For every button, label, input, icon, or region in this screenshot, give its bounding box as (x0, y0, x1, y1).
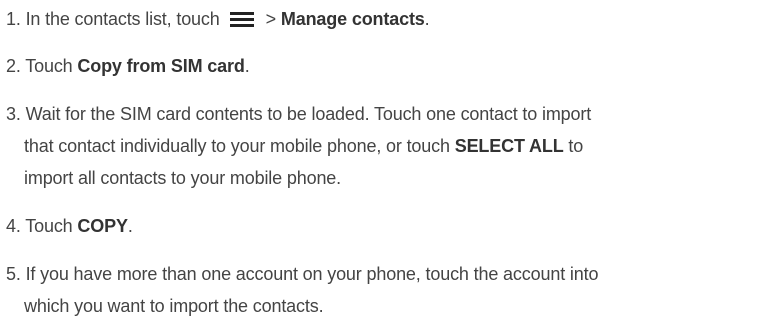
step-1: 1. In the contacts list, touch > Manage c… (6, 7, 430, 31)
step-number: 3. (6, 104, 21, 124)
copy-from-sim-label: Copy from SIM card (77, 56, 245, 76)
manage-contacts-label: Manage contacts (280, 9, 425, 29)
step-3-line-3: import all contacts to your mobile phone… (24, 166, 341, 190)
copy-label: COPY (77, 216, 128, 236)
step-text: Touch (20, 216, 78, 236)
step-2: 2. Touch Copy from SIM card. (6, 54, 250, 78)
step-text: . (424, 9, 430, 29)
step-text: that contact individually to your mobile… (24, 136, 455, 156)
step-text: import all contacts to your mobile phone… (24, 168, 342, 188)
step-number: 4. (6, 216, 21, 236)
step-number: 1. (6, 9, 21, 29)
step-number: 2. (6, 56, 21, 76)
step-text: Wait for the SIM card contents to be loa… (20, 104, 592, 124)
step-text: If you have more than one account on you… (20, 264, 599, 284)
instruction-steps: 1. In the contacts list, touch > Manage c… (0, 0, 759, 316)
menu-icon (229, 12, 254, 27)
step-text: to (563, 136, 584, 156)
step-text: In the contacts list, touch (20, 9, 220, 29)
step-text: . (127, 216, 133, 236)
step-5-line-2: which you want to import the contacts. (24, 294, 324, 318)
step-text: Touch (20, 56, 78, 76)
step-3: 3. Wait for the SIM card contents to be … (6, 102, 591, 126)
step-3-line-2: that contact individually to your mobile… (24, 134, 583, 158)
select-all-label: SELECT ALL (454, 136, 564, 156)
step-4: 4. Touch COPY. (6, 214, 133, 238)
step-5: 5. If you have more than one account on … (6, 262, 598, 286)
step-number: 5. (6, 264, 21, 284)
step-text: > (265, 9, 281, 29)
step-text: which you want to import the contacts. (24, 296, 324, 316)
step-text: . (244, 56, 250, 76)
